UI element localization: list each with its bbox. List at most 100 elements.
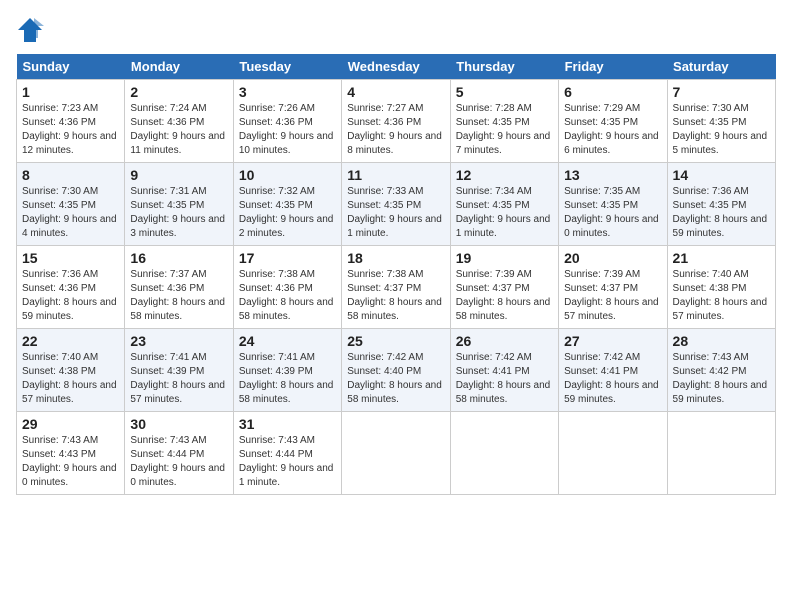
daylight-label: Daylight: 8 hours and 57 minutes.	[564, 297, 659, 322]
day-number: 14	[673, 167, 770, 183]
calendar-cell: 31 Sunrise: 7:43 AM Sunset: 4:44 PM Dayl…	[233, 412, 341, 495]
sunset-label: Sunset: 4:39 PM	[130, 366, 204, 377]
sunset-label: Sunset: 4:36 PM	[130, 117, 204, 128]
calendar-cell: 21 Sunrise: 7:40 AM Sunset: 4:38 PM Dayl…	[667, 246, 775, 329]
calendar-cell: 20 Sunrise: 7:39 AM Sunset: 4:37 PM Dayl…	[559, 246, 667, 329]
sunset-label: Sunset: 4:36 PM	[130, 283, 204, 294]
sunrise-label: Sunrise: 7:28 AM	[456, 103, 532, 114]
calendar-week-row: 15 Sunrise: 7:36 AM Sunset: 4:36 PM Dayl…	[17, 246, 776, 329]
daylight-label: Daylight: 9 hours and 6 minutes.	[564, 131, 659, 156]
sunset-label: Sunset: 4:44 PM	[130, 449, 204, 460]
daylight-label: Daylight: 9 hours and 5 minutes.	[673, 131, 768, 156]
day-info: Sunrise: 7:37 AM Sunset: 4:36 PM Dayligh…	[130, 268, 227, 324]
daylight-label: Daylight: 8 hours and 58 minutes.	[130, 297, 225, 322]
day-info: Sunrise: 7:43 AM Sunset: 4:42 PM Dayligh…	[673, 351, 770, 407]
calendar-cell	[342, 412, 450, 495]
sunrise-label: Sunrise: 7:29 AM	[564, 103, 640, 114]
sunrise-label: Sunrise: 7:32 AM	[239, 186, 315, 197]
sunrise-label: Sunrise: 7:41 AM	[130, 352, 206, 363]
daylight-label: Daylight: 9 hours and 12 minutes.	[22, 131, 117, 156]
sunrise-label: Sunrise: 7:42 AM	[347, 352, 423, 363]
day-number: 19	[456, 250, 553, 266]
calendar-cell: 30 Sunrise: 7:43 AM Sunset: 4:44 PM Dayl…	[125, 412, 233, 495]
sunset-label: Sunset: 4:37 PM	[456, 283, 530, 294]
day-number: 2	[130, 84, 227, 100]
calendar-header-row: SundayMondayTuesdayWednesdayThursdayFrid…	[17, 54, 776, 80]
daylight-label: Daylight: 9 hours and 11 minutes.	[130, 131, 225, 156]
daylight-label: Daylight: 8 hours and 59 minutes.	[673, 214, 768, 239]
sunrise-label: Sunrise: 7:23 AM	[22, 103, 98, 114]
day-info: Sunrise: 7:36 AM Sunset: 4:35 PM Dayligh…	[673, 185, 770, 241]
sunrise-label: Sunrise: 7:43 AM	[239, 435, 315, 446]
sunrise-label: Sunrise: 7:43 AM	[130, 435, 206, 446]
sunrise-label: Sunrise: 7:43 AM	[22, 435, 98, 446]
daylight-label: Daylight: 8 hours and 59 minutes.	[22, 297, 117, 322]
day-info: Sunrise: 7:40 AM Sunset: 4:38 PM Dayligh…	[22, 351, 119, 407]
day-info: Sunrise: 7:27 AM Sunset: 4:36 PM Dayligh…	[347, 102, 444, 158]
logo	[16, 16, 48, 44]
day-number: 9	[130, 167, 227, 183]
day-number: 30	[130, 416, 227, 432]
daylight-label: Daylight: 8 hours and 58 minutes.	[347, 380, 442, 405]
sunset-label: Sunset: 4:35 PM	[130, 200, 204, 211]
day-info: Sunrise: 7:29 AM Sunset: 4:35 PM Dayligh…	[564, 102, 661, 158]
day-info: Sunrise: 7:43 AM Sunset: 4:44 PM Dayligh…	[130, 434, 227, 490]
day-number: 26	[456, 333, 553, 349]
daylight-label: Daylight: 8 hours and 58 minutes.	[456, 297, 551, 322]
day-number: 23	[130, 333, 227, 349]
sunset-label: Sunset: 4:38 PM	[22, 366, 96, 377]
weekday-header-saturday: Saturday	[667, 54, 775, 80]
sunrise-label: Sunrise: 7:38 AM	[239, 269, 315, 280]
day-number: 20	[564, 250, 661, 266]
day-number: 7	[673, 84, 770, 100]
calendar-cell: 5 Sunrise: 7:28 AM Sunset: 4:35 PM Dayli…	[450, 80, 558, 163]
calendar-cell: 3 Sunrise: 7:26 AM Sunset: 4:36 PM Dayli…	[233, 80, 341, 163]
sunset-label: Sunset: 4:35 PM	[564, 117, 638, 128]
sunrise-label: Sunrise: 7:27 AM	[347, 103, 423, 114]
sunrise-label: Sunrise: 7:24 AM	[130, 103, 206, 114]
day-info: Sunrise: 7:38 AM Sunset: 4:36 PM Dayligh…	[239, 268, 336, 324]
day-number: 6	[564, 84, 661, 100]
sunrise-label: Sunrise: 7:43 AM	[673, 352, 749, 363]
day-info: Sunrise: 7:42 AM Sunset: 4:41 PM Dayligh…	[456, 351, 553, 407]
calendar-cell: 16 Sunrise: 7:37 AM Sunset: 4:36 PM Dayl…	[125, 246, 233, 329]
daylight-label: Daylight: 9 hours and 10 minutes.	[239, 131, 334, 156]
day-number: 31	[239, 416, 336, 432]
day-number: 22	[22, 333, 119, 349]
day-number: 29	[22, 416, 119, 432]
day-number: 18	[347, 250, 444, 266]
day-info: Sunrise: 7:34 AM Sunset: 4:35 PM Dayligh…	[456, 185, 553, 241]
daylight-label: Daylight: 9 hours and 0 minutes.	[22, 463, 117, 488]
day-info: Sunrise: 7:28 AM Sunset: 4:35 PM Dayligh…	[456, 102, 553, 158]
day-number: 15	[22, 250, 119, 266]
calendar-cell: 19 Sunrise: 7:39 AM Sunset: 4:37 PM Dayl…	[450, 246, 558, 329]
day-info: Sunrise: 7:32 AM Sunset: 4:35 PM Dayligh…	[239, 185, 336, 241]
logo-icon	[16, 16, 44, 44]
sunset-label: Sunset: 4:37 PM	[347, 283, 421, 294]
day-info: Sunrise: 7:38 AM Sunset: 4:37 PM Dayligh…	[347, 268, 444, 324]
sunrise-label: Sunrise: 7:40 AM	[22, 352, 98, 363]
daylight-label: Daylight: 8 hours and 59 minutes.	[673, 380, 768, 405]
day-number: 28	[673, 333, 770, 349]
weekday-header-friday: Friday	[559, 54, 667, 80]
sunset-label: Sunset: 4:37 PM	[564, 283, 638, 294]
weekday-header-monday: Monday	[125, 54, 233, 80]
day-number: 17	[239, 250, 336, 266]
daylight-label: Daylight: 8 hours and 58 minutes.	[347, 297, 442, 322]
daylight-label: Daylight: 9 hours and 2 minutes.	[239, 214, 334, 239]
day-info: Sunrise: 7:42 AM Sunset: 4:41 PM Dayligh…	[564, 351, 661, 407]
daylight-label: Daylight: 8 hours and 57 minutes.	[130, 380, 225, 405]
sunrise-label: Sunrise: 7:37 AM	[130, 269, 206, 280]
daylight-label: Daylight: 9 hours and 8 minutes.	[347, 131, 442, 156]
calendar-cell: 18 Sunrise: 7:38 AM Sunset: 4:37 PM Dayl…	[342, 246, 450, 329]
day-number: 12	[456, 167, 553, 183]
calendar-week-row: 29 Sunrise: 7:43 AM Sunset: 4:43 PM Dayl…	[17, 412, 776, 495]
sunset-label: Sunset: 4:38 PM	[673, 283, 747, 294]
page-header	[16, 16, 776, 44]
sunrise-label: Sunrise: 7:41 AM	[239, 352, 315, 363]
day-info: Sunrise: 7:39 AM Sunset: 4:37 PM Dayligh…	[456, 268, 553, 324]
daylight-label: Daylight: 8 hours and 58 minutes.	[456, 380, 551, 405]
day-number: 4	[347, 84, 444, 100]
sunrise-label: Sunrise: 7:38 AM	[347, 269, 423, 280]
day-info: Sunrise: 7:24 AM Sunset: 4:36 PM Dayligh…	[130, 102, 227, 158]
